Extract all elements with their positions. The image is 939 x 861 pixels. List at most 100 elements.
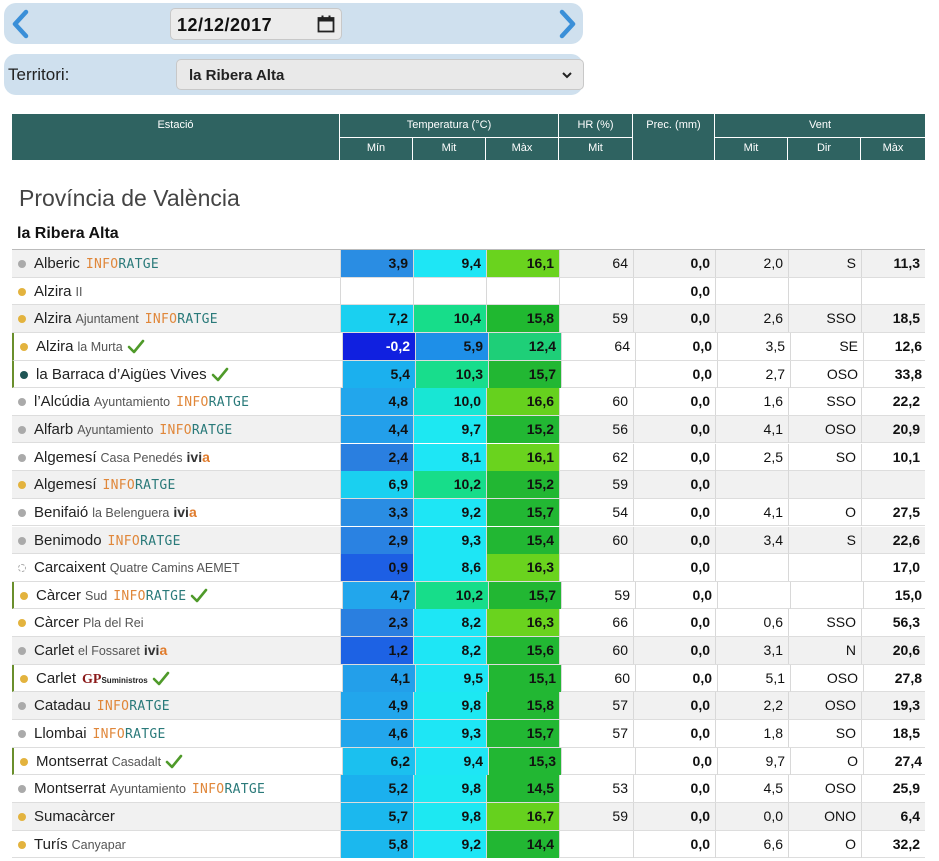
station-cell[interactable]: Carlet GPSuministros: [14, 665, 342, 692]
header-prec[interactable]: Prec. (mm): [633, 114, 714, 160]
station-name[interactable]: Càrcer Pla del Rei: [34, 609, 143, 636]
table-row[interactable]: Catadau INFORATGE 4,9 9,8 15,8 57 0,0 2,2 OSO 19,…: [12, 692, 925, 720]
table-row[interactable]: Carcaixent Quatre Camins AEMET 0,9 8,6 16,3 0…: [12, 554, 925, 582]
station-sublabel: el Fossaret: [78, 644, 140, 659]
table-row[interactable]: Alfarb Ayuntamiento INFORATGE 4,4 9,7 15,2 56 0…: [12, 415, 925, 444]
cell-vmax: 56,3: [861, 609, 925, 637]
station-name[interactable]: Sumacàrcer: [34, 803, 115, 830]
station-name[interactable]: Alzira II: [34, 278, 82, 305]
comarca-title: la Ribera Alta: [17, 225, 119, 242]
table-row[interactable]: Alzira Ajuntament INFORATGE 7,2 10,4 15,8 59 0,…: [12, 305, 925, 333]
table-row[interactable]: Alberic INFORATGE 3,9 9,4 16,1 64 0,0 2,0 S 11,3: [12, 250, 925, 278]
cell-vmax: 15,0: [863, 581, 927, 609]
station-name[interactable]: Algemesí INFORATGE: [34, 471, 176, 498]
cell-hr: 53: [559, 775, 633, 803]
station-cell[interactable]: la Barraca d’Aigües Vives: [14, 361, 342, 388]
ivia-logo: ivia: [143, 642, 168, 659]
station-cell[interactable]: Algemesí INFORATGE: [12, 471, 340, 498]
station-cell[interactable]: Alzira Ajuntament INFORATGE: [12, 305, 340, 332]
prev-day-button[interactable]: [6, 7, 36, 41]
header-estacio[interactable]: Estació: [12, 114, 339, 160]
cell-vmax: 27,5: [861, 498, 925, 526]
station-name[interactable]: Carcaixent Quatre Camins AEMET: [34, 554, 240, 581]
station-cell[interactable]: Montserrat Ayuntamiento INFORATGE: [12, 775, 340, 802]
table-row[interactable]: Montserrat Ayuntamiento INFORATGE 5,2 9,8 14,…: [12, 775, 925, 803]
station-cell[interactable]: Carlet el Fossaret ivia: [12, 637, 340, 664]
station-cell[interactable]: Turís Canyapar: [12, 831, 340, 858]
table-row[interactable]: Carlet GPSuministros 4,1 9,5 15,1 60 0,0 5,1 OSO…: [12, 664, 925, 693]
station-name[interactable]: Llombai INFORATGE: [34, 720, 166, 747]
station-name[interactable]: Benifaió la Belenguera ivia: [34, 499, 197, 526]
cell-hr: 60: [559, 526, 633, 554]
station-name[interactable]: Catadau INFORATGE: [34, 692, 170, 719]
station-cell[interactable]: Benifaió la Belenguera ivia: [12, 499, 340, 526]
station-cell[interactable]: Carcaixent Quatre Camins AEMET: [12, 554, 340, 581]
cell-vmit: 4,5: [715, 775, 788, 803]
table-row[interactable]: Alzira II 0,0: [12, 277, 925, 306]
station-name[interactable]: Alzira la Murta: [36, 333, 145, 360]
station-cell[interactable]: Alfarb Ayuntamiento INFORATGE: [12, 416, 340, 443]
station-cell[interactable]: Alzira II: [12, 278, 340, 305]
header-vent-max[interactable]: Màx: [861, 138, 925, 160]
cell-vdir: SSO: [788, 305, 861, 333]
station-cell[interactable]: Alberic INFORATGE: [12, 250, 340, 277]
station-cell[interactable]: Càrcer Pla del Rei: [12, 609, 340, 636]
header-vent-dir[interactable]: Dir: [788, 138, 860, 160]
station-cell[interactable]: Benimodo INFORATGE: [12, 527, 340, 554]
table-row[interactable]: Benifaió la Belenguera ivia 3,3 9,2 15,7 54 0,0…: [12, 498, 925, 527]
station-cell[interactable]: Sumacàrcer: [12, 803, 340, 830]
table-row[interactable]: Llombai INFORATGE 4,6 9,3 15,7 57 0,0 1,8 SO 18,5: [12, 720, 925, 748]
station-name[interactable]: Carlet el Fossaret ivia: [34, 637, 167, 664]
table-row[interactable]: Turís Canyapar 5,8 9,2 14,4 0,0 6,6 O 32,2: [12, 830, 925, 859]
station-cell[interactable]: Alzira la Murta: [14, 333, 342, 360]
cell-hr: [559, 830, 633, 858]
station-name[interactable]: Alzira Ajuntament INFORATGE: [34, 305, 218, 332]
table-row[interactable]: Carlet el Fossaret ivia 1,2 8,2 15,6 60 0,0 3,1 N…: [12, 637, 925, 665]
header-vent-mit[interactable]: Mit: [715, 138, 787, 160]
cell-tmax: 14,5: [486, 775, 559, 803]
table-row[interactable]: Benimodo INFORATGE 2,9 9,3 15,4 60 0,0 3,4 S 22,6: [12, 526, 925, 555]
table-row[interactable]: Alzira la Murta -0,2 5,9 12,4 64 0,0 3,5 SE 12,6: [12, 332, 925, 361]
chevron-left-icon: [12, 9, 29, 39]
station-name[interactable]: Benimodo INFORATGE: [34, 527, 181, 554]
cell-tmit: 9,4: [413, 250, 486, 277]
header-temp-max[interactable]: Màx: [486, 138, 558, 160]
station-name[interactable]: la Barraca d’Aigües Vives: [36, 361, 229, 388]
header-temp-min[interactable]: Mín: [340, 138, 412, 160]
table-row[interactable]: Algemesí Casa Penedés ivia 2,4 8,1 16,1 62 0,0 2…: [12, 443, 925, 472]
station-status-dot: [20, 674, 28, 683]
station-cell[interactable]: l’Alcúdia Ayuntamiento INFORATGE: [12, 388, 340, 415]
table-row[interactable]: Càrcer Pla del Rei 2,3 8,2 16,3 66 0,0 0,6 SSO 56…: [12, 609, 925, 638]
station-cell[interactable]: Llombai INFORATGE: [12, 720, 340, 747]
station-name[interactable]: l’Alcúdia Ayuntamiento INFORATGE: [34, 388, 249, 415]
table-row[interactable]: Sumacàrcer 5,7 9,8 16,7 59 0,0 0,0 ONO 6,4: [12, 803, 925, 831]
station-status-dot: [18, 785, 26, 794]
header-temp-mit[interactable]: Mit: [413, 138, 485, 160]
calendar-icon[interactable]: [317, 15, 335, 33]
table-row[interactable]: Càrcer Sud INFORATGE 4,7 10,2 15,7 59 0,0 15,0: [12, 581, 927, 610]
station-name[interactable]: Montserrat Casadalt: [36, 748, 183, 775]
table-row[interactable]: la Barraca d’Aigües Vives 5,4 10,3 15,7 0,0 2…: [12, 360, 925, 389]
table-row[interactable]: l’Alcúdia Ayuntamiento INFORATGE 4,8 10,0 16,…: [12, 388, 925, 416]
station-name[interactable]: Algemesí Casa Penedés ivia: [34, 444, 210, 471]
cell-tmit: 10,2: [413, 471, 486, 499]
cell-prec: 0,0: [633, 720, 715, 748]
table-row[interactable]: Montserrat Casadalt 6,2 9,4 15,3 0,0 9,7 O 27,4: [12, 747, 925, 776]
station-name[interactable]: Montserrat Ayuntamiento INFORATGE: [34, 775, 265, 802]
date-input[interactable]: 12/12/2017: [170, 8, 342, 40]
next-day-button[interactable]: [554, 7, 584, 41]
header-hr-mit[interactable]: Mit: [559, 138, 632, 160]
station-cell[interactable]: Montserrat Casadalt: [14, 748, 342, 775]
station-name[interactable]: Càrcer Sud INFORATGE: [36, 582, 208, 609]
station-name[interactable]: Turís Canyapar: [34, 831, 126, 858]
station-name[interactable]: Carlet GPSuministros: [36, 665, 170, 692]
station-name[interactable]: Alberic INFORATGE: [34, 250, 159, 277]
table-row[interactable]: Algemesí INFORATGE 6,9 10,2 15,2 59 0,0: [12, 471, 925, 499]
territory-select[interactable]: la Ribera Alta: [176, 59, 584, 90]
station-cell[interactable]: Càrcer Sud INFORATGE: [14, 582, 342, 609]
station-cell[interactable]: Algemesí Casa Penedés ivia: [12, 444, 340, 471]
station-cell[interactable]: Catadau INFORATGE: [12, 692, 340, 719]
station-sublabel: Casadalt: [111, 754, 162, 769]
station-name[interactable]: Alfarb Ayuntamiento INFORATGE: [34, 416, 233, 443]
cell-tmit: 10,4: [413, 305, 486, 333]
